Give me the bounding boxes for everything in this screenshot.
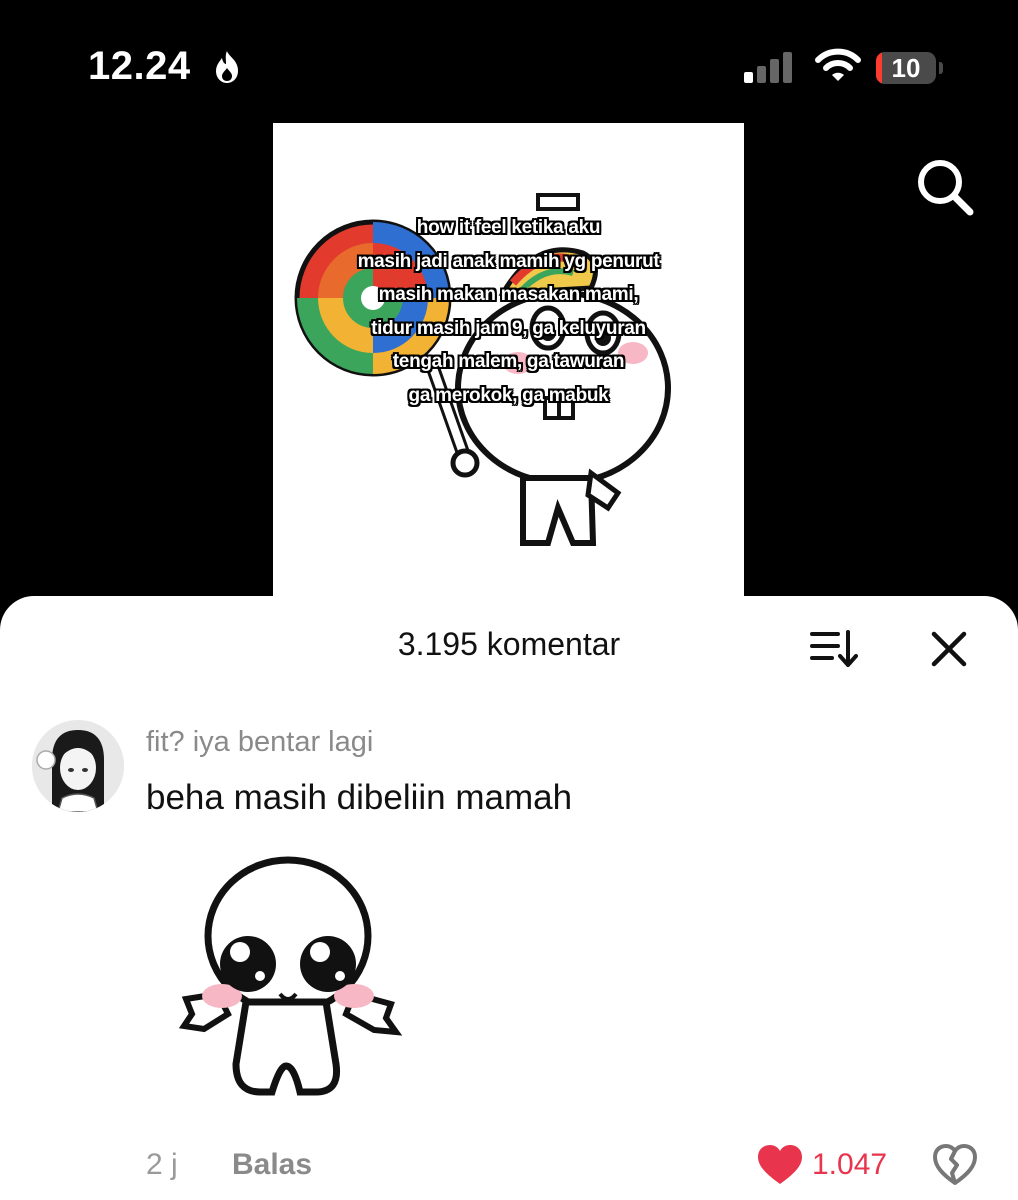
like-count: 1.047 (812, 1148, 888, 1181)
battery-cap (939, 62, 943, 74)
comment-sticker (176, 854, 436, 1109)
caption-line: how it feel ketika aku (416, 217, 601, 238)
caption-line: tengah malem, ga tawuran (392, 351, 625, 372)
comments-count-title: 3.195 komentar (397, 626, 621, 662)
comment-text: beha masih dibeliin mamah (146, 778, 573, 817)
comment-username[interactable]: fit? iya bentar lagi (146, 726, 373, 759)
signal-icon (744, 52, 796, 89)
battery-level: 10 (891, 53, 921, 83)
video-player[interactable]: how it feel ketika aku masih jadi anak m… (273, 123, 744, 603)
broken-heart-icon[interactable] (932, 1144, 978, 1191)
wifi-icon (815, 48, 861, 89)
sort-icon[interactable] (808, 626, 862, 670)
avatar[interactable] (32, 720, 124, 812)
battery-icon: 10 (876, 52, 936, 84)
flame-icon (212, 50, 242, 89)
caption-line: tidur masih jam 9, ga keluyuran (371, 317, 646, 339)
reply-button[interactable]: Balas (232, 1148, 312, 1182)
caption-line: ga merokok, ga mabuk (408, 384, 609, 406)
caption-line: masih makan masakan mami, (378, 284, 639, 305)
comments-sheet: 3.195 komentar fit? iya bentar lagi beha… (0, 596, 1018, 1200)
heart-icon[interactable] (756, 1144, 804, 1191)
caption-line: masih jadi anak mamih yg penurut (357, 250, 660, 272)
status-time: 12.24 (88, 44, 191, 88)
comment-timestamp: 2 j (146, 1148, 178, 1181)
search-icon[interactable] (912, 156, 978, 222)
video-caption: how it feel ketika aku masih jadi anak m… (273, 211, 744, 412)
close-icon[interactable] (926, 626, 972, 672)
